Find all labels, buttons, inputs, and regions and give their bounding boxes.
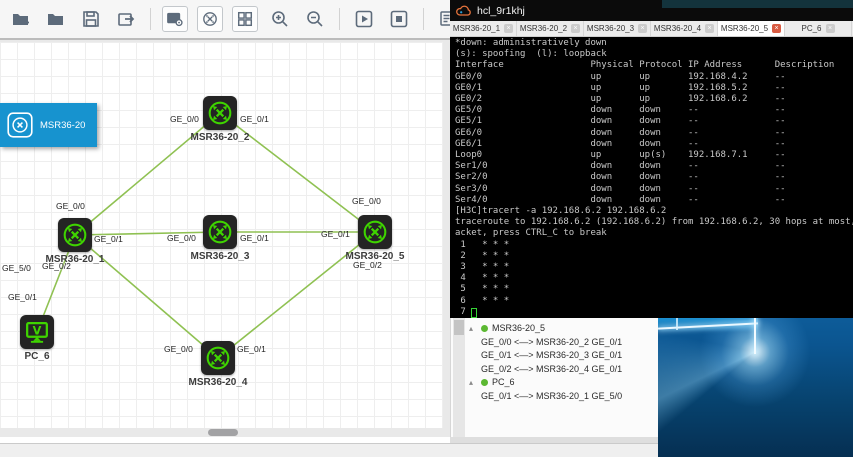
- tab-label: PC_6: [801, 24, 821, 33]
- router-icon: [203, 343, 233, 373]
- tree-group-MSR36-20_5[interactable]: ▴ MSR36-20_5: [469, 322, 656, 336]
- connection-item[interactable]: GE_0/2 <—> MSR36-20_4 GE_0/1: [469, 363, 656, 377]
- pc-icon: V: [22, 317, 52, 347]
- tile-view-button[interactable]: [232, 6, 258, 32]
- summary-scrollbar[interactable]: [453, 318, 465, 437]
- port-label: GE_0/1: [8, 292, 37, 302]
- device-name: MSR36-20_5: [492, 322, 545, 336]
- tab-label: MSR36-20_2: [520, 24, 567, 33]
- router-icon: [7, 112, 33, 138]
- toolbar-separator: [423, 8, 424, 30]
- terminal-window: hcl_9r1khj MSR36-20_1×MSR36-20_2×MSR36-2…: [450, 0, 853, 318]
- connection-item[interactable]: GE_0/1 <—> MSR36-20_3 GE_0/1: [469, 349, 656, 363]
- port-label: GE_0/0: [56, 201, 85, 211]
- summary-scrollbar-thumb[interactable]: [454, 320, 464, 335]
- canvas-horizontal-scrollbar[interactable]: [0, 428, 443, 437]
- terminal-tab-PC_6[interactable]: PC_6 ×: [785, 21, 852, 36]
- node-PC_6[interactable]: V: [20, 315, 54, 349]
- port-label: GE_0/0: [164, 344, 193, 354]
- collapse-arrow-icon[interactable]: ▴: [469, 376, 477, 390]
- terminal-tab-MSR36-20_3[interactable]: MSR36-20_3 ×: [584, 21, 651, 36]
- terminal-screen[interactable]: *down: administratively down (s): spoofi…: [450, 37, 853, 318]
- tab-label: MSR36-20_3: [587, 24, 634, 33]
- port-label: GE_0/1: [240, 233, 269, 243]
- link-MSR36-20_2-MSR36-20_5[interactable]: [220, 113, 375, 232]
- tab-close-icon[interactable]: ×: [571, 24, 580, 33]
- start-all-button[interactable]: [351, 6, 377, 32]
- node-MSR36-20_2[interactable]: [203, 96, 237, 130]
- port-label: GE_0/2: [353, 260, 382, 270]
- node-label-MSR36-20_2: MSR36-20_2: [170, 132, 270, 143]
- port-label: GE_0/2: [42, 261, 71, 271]
- router-icon: [360, 217, 390, 247]
- terminal-tab-MSR36-20_5[interactable]: MSR36-20_5 ×: [718, 21, 785, 36]
- router-icon: [205, 98, 235, 128]
- app-statusbar: [0, 443, 658, 457]
- svg-text:V: V: [33, 324, 42, 337]
- tab-close-icon[interactable]: ×: [826, 24, 835, 33]
- capture-image-button[interactable]: [162, 6, 188, 32]
- topology-summary-panel: ▴MSR36-20_5GE_0/0 <—> MSR36-20_2 GE_0/1G…: [450, 318, 658, 437]
- screen: MSR36-20_1 MSR36-20_2 MSR36-20_3 MSR36-20_4…: [0, 0, 853, 457]
- background-window-strip: [662, 0, 853, 8]
- new-topology-button[interactable]: [8, 6, 34, 32]
- export-topology-button[interactable]: [113, 6, 139, 32]
- node-MSR36-20_4[interactable]: [201, 341, 235, 375]
- port-label: GE_0/0: [167, 233, 196, 243]
- router-icon: [205, 217, 235, 247]
- status-dot: [481, 325, 488, 332]
- device-name: PC_6: [492, 376, 515, 390]
- palette-flyout-label: MSR36-20: [40, 120, 85, 131]
- topology-canvas[interactable]: MSR36-20_1 MSR36-20_2 MSR36-20_3 MSR36-20_4…: [0, 42, 443, 428]
- save-topology-button[interactable]: [78, 6, 104, 32]
- node-MSR36-20_1[interactable]: [58, 218, 92, 252]
- palette-flyout-msr36-20[interactable]: MSR36-20: [0, 103, 97, 147]
- tab-close-icon[interactable]: ×: [705, 24, 714, 33]
- collapse-arrow-icon[interactable]: ▴: [469, 322, 477, 336]
- terminal-title: hcl_9r1khj: [477, 5, 525, 17]
- tab-close-icon[interactable]: ×: [504, 24, 513, 33]
- node-MSR36-20_3[interactable]: [203, 215, 237, 249]
- tab-label: MSR36-20_1: [453, 24, 500, 33]
- connection-item[interactable]: GE_0/1 <—> MSR36-20_1 GE_5/0: [469, 390, 656, 404]
- terminal-tab-MSR36-20_2[interactable]: MSR36-20_2 ×: [517, 21, 584, 36]
- node-label-MSR36-20_1: MSR36-20_1: [25, 254, 125, 265]
- port-label: GE_0/1: [240, 114, 269, 124]
- node-label-MSR36-20_4: MSR36-20_4: [168, 377, 268, 388]
- stop-all-button[interactable]: [386, 6, 412, 32]
- tab-label: MSR36-20_5: [721, 24, 768, 33]
- status-dot: [481, 379, 488, 386]
- port-label: GE_0/1: [237, 344, 266, 354]
- tab-close-icon[interactable]: ×: [638, 24, 647, 33]
- port-label: GE_5/0: [2, 263, 31, 273]
- terminal-tab-MSR36-20_4[interactable]: MSR36-20_4 ×: [651, 21, 718, 36]
- tree-group-PC_6[interactable]: ▴ PC_6: [469, 376, 656, 390]
- canvas-horizontal-scrollbar-thumb[interactable]: [208, 429, 238, 436]
- node-label-MSR36-20_3: MSR36-20_3: [170, 251, 270, 262]
- port-label: GE_0/1: [321, 229, 350, 239]
- zoom-out-button[interactable]: [302, 6, 328, 32]
- topology-view-button[interactable]: [197, 6, 223, 32]
- router-icon: [60, 220, 90, 250]
- terminal-tabbar: MSR36-20_1×MSR36-20_2×MSR36-20_3×MSR36-2…: [450, 21, 853, 37]
- toolbar-separator: [150, 8, 151, 30]
- tab-close-icon[interactable]: ×: [772, 24, 781, 33]
- port-label: GE_0/1: [94, 234, 123, 244]
- connection-item[interactable]: GE_0/0 <—> MSR36-20_2 GE_0/1: [469, 336, 656, 350]
- hcl-cloud-icon: [456, 5, 472, 17]
- port-label: GE_0/0: [170, 114, 199, 124]
- terminal-cursor: [471, 308, 477, 318]
- zoom-in-button[interactable]: [267, 6, 293, 32]
- node-MSR36-20_5[interactable]: [358, 215, 392, 249]
- connections-tree: ▴MSR36-20_5GE_0/0 <—> MSR36-20_2 GE_0/1G…: [469, 322, 656, 403]
- node-label-PC_6: PC_6: [0, 351, 87, 362]
- port-label: GE_0/0: [352, 196, 381, 206]
- wallpaper-window-edge: [754, 314, 756, 354]
- toolbar-separator: [339, 8, 340, 30]
- tab-label: MSR36-20_4: [654, 24, 701, 33]
- open-topology-button[interactable]: [43, 6, 69, 32]
- terminal-tab-MSR36-20_1[interactable]: MSR36-20_1 ×: [450, 21, 517, 36]
- terminal-output: *down: administratively down (s): spoofi…: [450, 37, 853, 318]
